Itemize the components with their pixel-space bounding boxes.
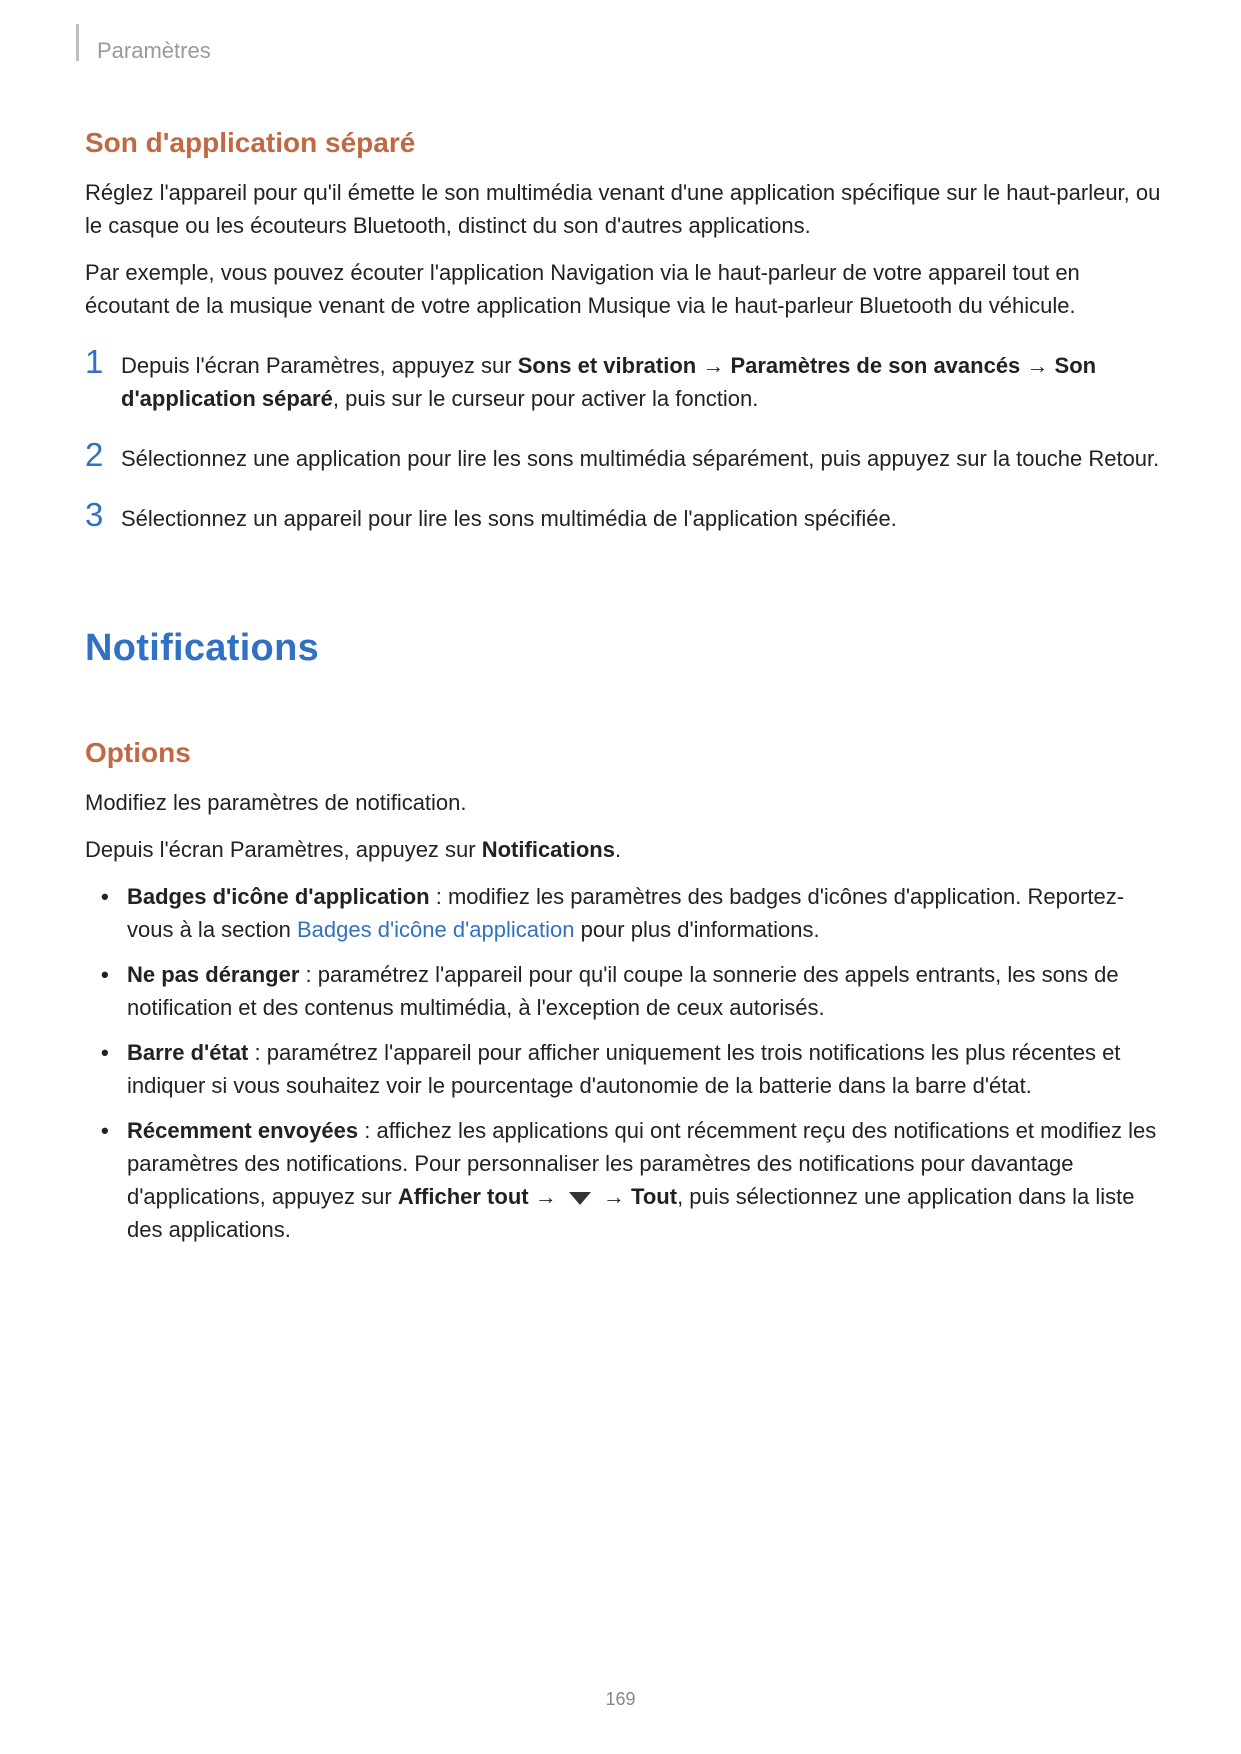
section-heading-separate-app-sound: Son d'application séparé — [85, 122, 1166, 164]
numbered-steps: 1 Depuis l'écran Paramètres, appuyez sur… — [85, 344, 1166, 535]
arrow: → — [597, 1184, 631, 1209]
step-body: Sélectionnez un appareil pour lire les s… — [121, 497, 897, 535]
step-number: 2 — [85, 437, 121, 473]
paragraph: Par exemple, vous pouvez écouter l'appli… — [85, 256, 1166, 322]
arrow: → — [1020, 353, 1054, 378]
text: , puis sur le curseur pour activer la fo… — [333, 386, 759, 411]
bold-text: Tout — [631, 1184, 677, 1209]
text: Depuis l'écran Paramètres, appuyez sur — [85, 837, 482, 862]
list-item-body: Récemment envoyées : affichez les applic… — [127, 1114, 1166, 1246]
step-number: 3 — [85, 497, 121, 533]
step-1: 1 Depuis l'écran Paramètres, appuyez sur… — [85, 344, 1166, 415]
list-item-body: Badges d'icône d'application : modifiez … — [127, 880, 1166, 946]
link-badges-app-icon[interactable]: Badges d'icône d'application — [297, 917, 575, 942]
bullet-list: • Badges d'icône d'application : modifie… — [85, 880, 1166, 1246]
bold-text: Récemment envoyées — [127, 1118, 358, 1143]
list-item-body: Barre d'état : paramétrez l'appareil pou… — [127, 1036, 1166, 1102]
bold-text: Ne pas déranger — [127, 962, 299, 987]
list-item-body: Ne pas déranger : paramétrez l'appareil … — [127, 958, 1166, 1024]
bullet-dot: • — [101, 1114, 127, 1148]
step-body: Sélectionnez une application pour lire l… — [121, 437, 1159, 475]
bold-text: Sons et vibration — [518, 353, 696, 378]
dropdown-triangle-icon — [569, 1192, 591, 1205]
bold-text: Notifications — [482, 837, 615, 862]
step-2: 2 Sélectionnez une application pour lire… — [85, 437, 1166, 475]
section-heading-notifications: Notifications — [85, 620, 1166, 677]
bold-text: Barre d'état — [127, 1040, 248, 1065]
step-3: 3 Sélectionnez un appareil pour lire les… — [85, 497, 1166, 535]
subsection-heading-options: Options — [85, 732, 1166, 774]
arrow: → — [529, 1184, 563, 1209]
list-item: • Récemment envoyées : affichez les appl… — [85, 1114, 1166, 1246]
paragraph: Depuis l'écran Paramètres, appuyez sur N… — [85, 833, 1166, 866]
bold-text: Afficher tout — [398, 1184, 529, 1209]
bullet-dot: • — [101, 1036, 127, 1070]
paragraph: Modifiez les paramètres de notification. — [85, 786, 1166, 819]
text: . — [615, 837, 621, 862]
page-number: 169 — [0, 1689, 1241, 1710]
text: pour plus d'informations. — [574, 917, 819, 942]
breadcrumb: Paramètres — [97, 38, 1166, 64]
arrow: → — [696, 353, 730, 378]
step-number: 1 — [85, 344, 121, 380]
list-item: • Badges d'icône d'application : modifie… — [85, 880, 1166, 946]
paragraph: Réglez l'appareil pour qu'il émette le s… — [85, 176, 1166, 242]
text: : paramétrez l'appareil pour afficher un… — [127, 1040, 1120, 1098]
list-item: • Ne pas déranger : paramétrez l'apparei… — [85, 958, 1166, 1024]
bold-text: Badges d'icône d'application — [127, 884, 430, 909]
text: Depuis l'écran Paramètres, appuyez sur — [121, 353, 518, 378]
bullet-dot: • — [101, 958, 127, 992]
header-divider — [76, 24, 79, 61]
bullet-dot: • — [101, 880, 127, 914]
list-item: • Barre d'état : paramétrez l'appareil p… — [85, 1036, 1166, 1102]
bold-text: Paramètres de son avancés — [730, 353, 1020, 378]
step-body: Depuis l'écran Paramètres, appuyez sur S… — [121, 344, 1166, 415]
